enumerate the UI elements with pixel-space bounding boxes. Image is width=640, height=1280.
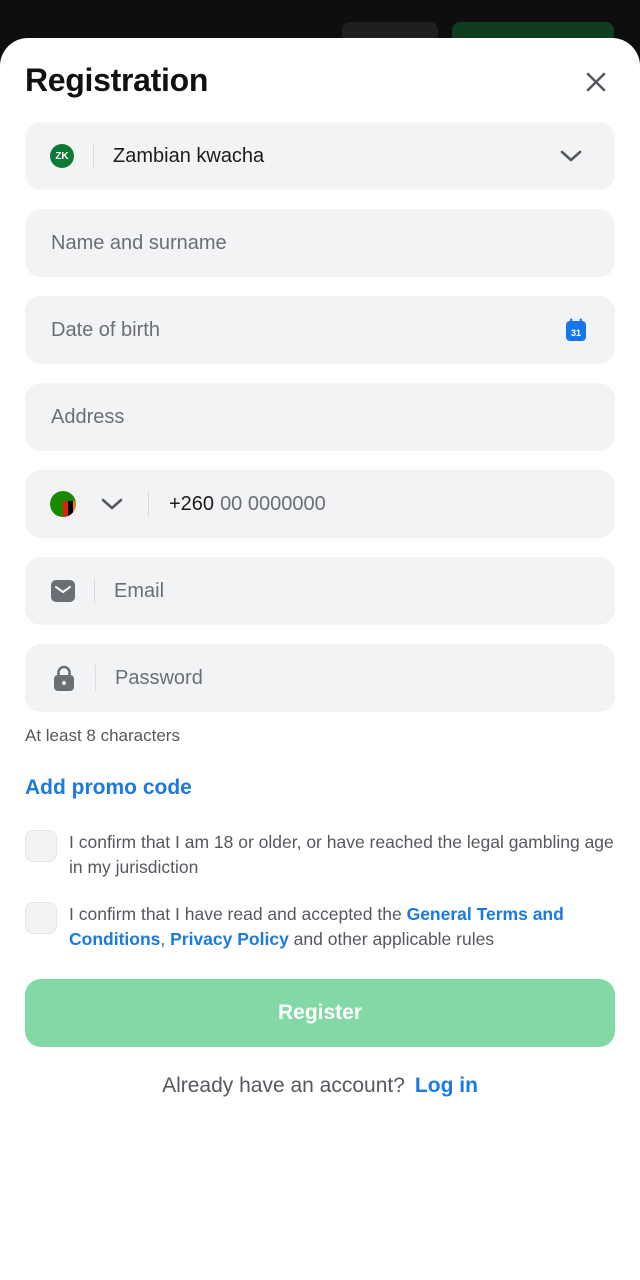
currency-value: Zambian kwacha xyxy=(113,144,265,167)
close-button[interactable] xyxy=(578,64,614,100)
password-field[interactable]: Password xyxy=(25,644,615,712)
divider xyxy=(95,665,96,691)
currency-badge-icon: ZK xyxy=(50,144,74,168)
age-consent-row: I confirm that I am 18 or older, or have… xyxy=(25,830,615,880)
address-field[interactable]: Address xyxy=(25,383,615,451)
email-field[interactable]: Email xyxy=(25,557,615,625)
age-consent-checkbox[interactable] xyxy=(25,830,57,862)
phone-placeholder: 00 0000000 xyxy=(220,492,326,515)
currency-select[interactable]: ZK Zambian kwacha xyxy=(25,122,615,190)
chevron-down-icon xyxy=(560,150,582,162)
phone-prefix: +260 xyxy=(169,492,215,515)
terms-prefix: I confirm that I have read and accepted … xyxy=(69,904,407,924)
phone-field[interactable]: +260 00 0000000 xyxy=(25,470,615,538)
calendar-day: 31 xyxy=(570,328,581,338)
country-selector[interactable] xyxy=(50,491,124,517)
login-prompt: Already have an account? xyxy=(162,1074,405,1097)
terms-suffix: and other applicable rules xyxy=(288,929,495,949)
password-hint: At least 8 characters xyxy=(25,726,180,745)
terms-consent-row: I confirm that I have read and accepted … xyxy=(25,902,615,952)
email-placeholder: Email xyxy=(114,579,165,602)
calendar-icon[interactable]: 31 xyxy=(565,318,587,342)
page-title: Registration xyxy=(25,62,209,98)
address-placeholder: Address xyxy=(51,405,125,428)
date-of-birth-placeholder: Date of birth xyxy=(51,318,160,341)
register-button[interactable]: Register xyxy=(25,979,615,1047)
divider xyxy=(94,578,95,604)
age-consent-text: I confirm that I am 18 or older, or have… xyxy=(69,832,614,877)
add-promo-code-link[interactable]: Add promo code xyxy=(25,776,192,800)
terms-consent-checkbox[interactable] xyxy=(25,902,57,934)
date-of-birth-field[interactable]: Date of birth 31 xyxy=(25,296,615,364)
terms-separator: , xyxy=(160,929,171,949)
lock-icon xyxy=(54,665,74,691)
login-prompt-row: Already have an account? Log in xyxy=(0,1074,640,1098)
divider xyxy=(93,143,94,169)
login-link[interactable]: Log in xyxy=(415,1074,478,1097)
privacy-policy-link[interactable]: Privacy Policy xyxy=(170,929,289,949)
zambia-flag-icon xyxy=(50,491,76,517)
divider xyxy=(148,491,149,517)
name-placeholder: Name and surname xyxy=(51,231,227,254)
name-field[interactable]: Name and surname xyxy=(25,209,615,277)
password-placeholder: Password xyxy=(115,666,203,689)
close-icon xyxy=(586,72,606,92)
envelope-icon xyxy=(51,580,75,602)
chevron-down-icon xyxy=(101,498,123,510)
terms-consent-text: I confirm that I have read and accepted … xyxy=(69,902,615,952)
